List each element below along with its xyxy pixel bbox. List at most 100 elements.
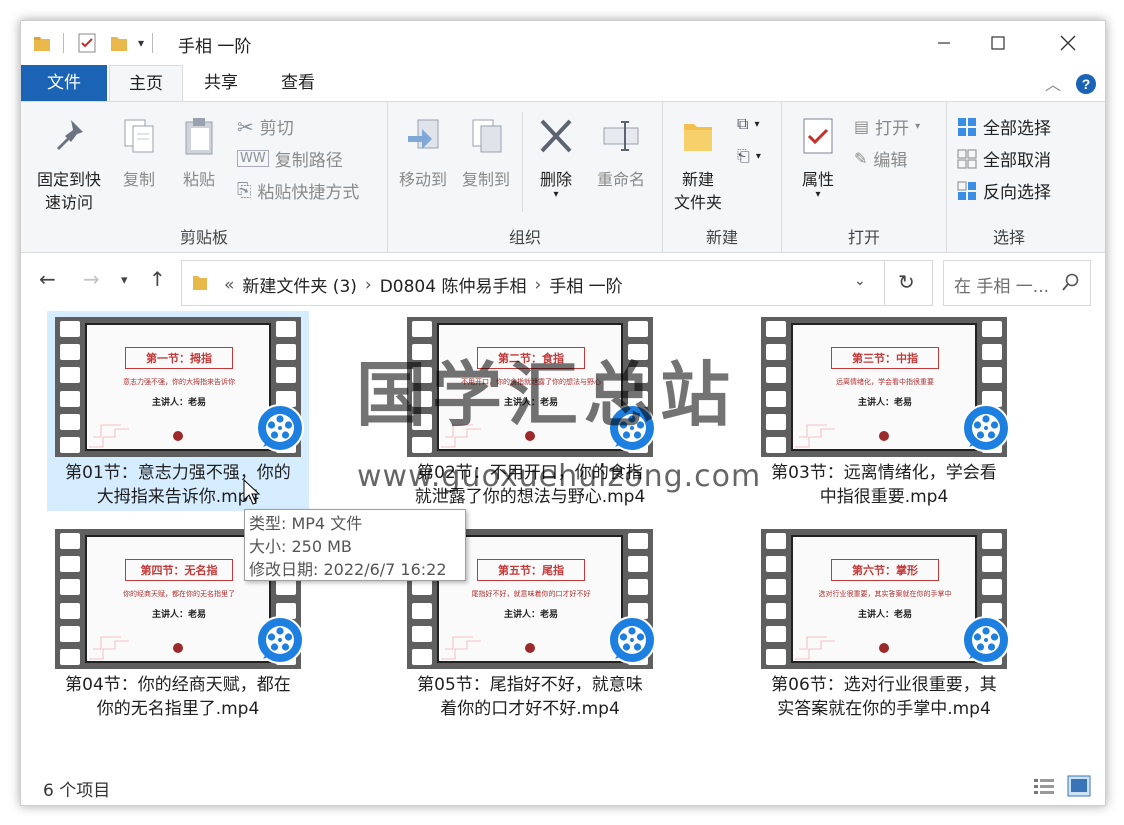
slide-frame: 第六节：掌形选对行业很重要，其实答案就在你的手掌中 主讲人：老易 — [791, 535, 977, 663]
forward-arrow-icon[interactable]: → — [83, 267, 100, 291]
tab-home[interactable]: 主页 — [109, 65, 183, 102]
select-all-button[interactable]: 全部选择 — [957, 114, 1051, 139]
delete-dropdown-icon[interactable]: ▾ — [530, 190, 582, 200]
file-name-line-1: 第01节：意志力强不强，你的 — [65, 463, 291, 483]
up-arrow-icon[interactable]: ↑ — [149, 267, 166, 291]
file-name: 第04节：你的经商天赋，都在 你的无名指里了.mp4 — [47, 673, 309, 721]
file-item[interactable]: 第一节：拇指 意志力强不强，你的大拇指来告诉你 主讲人：老易 第01节：意志力强不强，… — [47, 311, 309, 511]
breadcrumb-item-3[interactable]: 手相 一阶 — [549, 272, 622, 297]
file-name: 第01节：意志力强不强，你的 大拇指来告诉你.mp4 — [47, 461, 309, 509]
breadcrumb-overflow[interactable]: « — [224, 275, 234, 295]
file-item[interactable]: 第三节：中指 远离情绪化，学会看中指很重要 主讲人：老易 第03节：远离情绪化，学会看… — [753, 311, 1015, 511]
film-perforation — [276, 367, 296, 384]
slide-title: 第三节：中指 — [831, 347, 939, 369]
breadcrumb-item-1[interactable]: 新建文件夹 (3) — [242, 272, 356, 297]
properties-label: 属性 — [801, 170, 834, 189]
properties-big-icon — [803, 118, 833, 154]
film-perforation — [628, 367, 648, 384]
delete-icon — [540, 119, 572, 153]
breadcrumb-item-2[interactable]: D0804 陈仲易手相 — [380, 272, 527, 297]
film-perforation — [766, 602, 786, 619]
copy-button[interactable]: 复制 — [113, 116, 165, 191]
select-none-button[interactable]: 全部取消 — [957, 146, 1051, 171]
search-box[interactable]: 在 手相 一... — [943, 260, 1091, 306]
qa-dropdown-icon[interactable]: ▾ — [138, 36, 144, 50]
clipboard-group-label: 剪贴板 — [179, 228, 228, 247]
delete-button[interactable]: 删除 ▾ — [530, 116, 582, 200]
new-folder-big-icon — [684, 124, 712, 151]
chevron-right-icon[interactable]: › — [365, 275, 372, 295]
folder-icon[interactable] — [33, 33, 51, 53]
file-name-line-2: 中指很重要.mp4 — [819, 487, 949, 507]
tab-view[interactable]: 查看 — [263, 65, 333, 101]
new-folder-icon[interactable] — [110, 33, 128, 53]
edit-icon: ✎ — [854, 149, 868, 168]
easy-access-icon: ⎗ — [737, 146, 750, 165]
open-button[interactable]: ▤ 打开 ▾ — [854, 114, 920, 139]
copy-to-button[interactable]: 复制到 — [456, 116, 516, 191]
slide-subtitle: 不用开口，你的食指就泄露了你的想法与野心 — [461, 378, 601, 386]
properties-dropdown-icon[interactable]: ▾ — [790, 190, 846, 200]
film-perforation — [766, 648, 786, 665]
slide-lecturer: 主讲人：老易 — [857, 610, 912, 620]
open-group: 属性 ▾ ▤ 打开 ▾ ✎ 编辑 打开 — [782, 102, 947, 252]
invert-selection-button[interactable]: 反向选择 — [957, 178, 1051, 203]
film-perforation — [60, 390, 80, 407]
copy-path-icon: WW — [237, 150, 269, 167]
tab-share[interactable]: 共享 — [187, 65, 255, 101]
film-perforation — [766, 556, 786, 573]
chevron-right-icon[interactable]: › — [534, 275, 541, 295]
new-item-icon: ⧉ — [737, 114, 749, 133]
help-icon[interactable]: ? — [1075, 73, 1097, 95]
edit-label: 编辑 — [873, 151, 908, 171]
pin-to-quick-access-button[interactable]: 固定到快 速访问 — [29, 116, 109, 214]
film-perforation — [766, 625, 786, 642]
film-perforation — [412, 390, 432, 407]
maximize-button[interactable] — [975, 21, 1021, 65]
navigation-bar: ← → ▾ ↑ « 新建文件夹 (3) › D0804 陈仲易手相 › 手相 一… — [21, 253, 1105, 309]
file-name-line-2: 你的无名指里了.mp4 — [96, 699, 260, 719]
paste-button[interactable]: 粘贴 — [173, 116, 225, 191]
back-arrow-icon[interactable]: ← — [39, 267, 56, 291]
file-item[interactable]: 第六节：掌形 选对行业很重要，其实答案就在你的手掌中 主讲人：老易 第06节：选对行业… — [753, 523, 1015, 723]
paste-shortcut-button[interactable]: ⎘ 粘贴快捷方式 — [237, 178, 359, 203]
film-perforation — [60, 556, 80, 573]
film-perforation — [982, 321, 1002, 337]
address-dropdown-icon[interactable]: ⌄ — [854, 273, 866, 289]
properties-icon[interactable] — [76, 32, 98, 54]
rename-button[interactable]: 重命名 — [588, 116, 654, 191]
cut-button[interactable]: ✂ 剪切 — [237, 114, 294, 140]
copy-path-button[interactable]: WW 复制路径 — [237, 146, 343, 171]
refresh-icon[interactable]: ↻ — [898, 270, 915, 294]
search-input[interactable]: 在 手相 一... — [954, 272, 1049, 297]
mouse-cursor-icon — [243, 479, 261, 505]
film-perforation — [276, 344, 296, 361]
edit-button[interactable]: ✎ 编辑 — [854, 146, 907, 171]
minimize-button[interactable] — [921, 21, 967, 65]
easy-access-button[interactable]: ⎗ ▾ — [737, 146, 761, 166]
collapse-ribbon-icon[interactable]: ︿ — [1045, 71, 1061, 95]
tab-file[interactable]: 文件 — [21, 65, 107, 101]
address-bar[interactable]: « 新建文件夹 (3) › D0804 陈仲易手相 › 手相 一阶 ⌄ ↻ — [181, 260, 933, 306]
title-bar: ▾ 手相 一阶 — [21, 21, 1105, 65]
properties-button[interactable]: 属性 ▾ — [790, 116, 846, 200]
move-to-button[interactable]: 移动到 — [394, 116, 452, 191]
svg-text:?: ? — [1082, 76, 1091, 92]
easy-access-dropdown-icon: ▾ — [755, 150, 761, 162]
select-all-label: 全部选择 — [983, 119, 1051, 139]
new-folder-button[interactable]: 新建 文件夹 — [667, 116, 729, 214]
slide-lecturer: 主讲人：老易 — [503, 610, 558, 620]
recent-locations-icon[interactable]: ▾ — [121, 273, 128, 288]
slide-subtitle: 选对行业很重要，其实答案就在你的手掌中 — [818, 590, 952, 598]
copy-path-label: 复制路径 — [274, 151, 343, 171]
slide-title: 第二节：食指 — [477, 347, 585, 369]
film-perfs-left — [60, 321, 80, 453]
new-item-button[interactable]: ⧉ ▾ — [737, 114, 759, 134]
paste-shortcut-label: 粘贴快捷方式 — [257, 183, 360, 203]
open-group-label: 打开 — [847, 228, 880, 247]
close-button[interactable] — [1045, 21, 1091, 65]
details-view-icon[interactable] — [1033, 777, 1055, 797]
slide-title: 第六节：掌形 — [831, 559, 939, 581]
large-icons-view-icon[interactable] — [1067, 775, 1091, 797]
file-item[interactable]: 第二节：食指 不用开口，你的食指就泄露了你的想法与野心 主讲人：老易 第02节：不用开… — [399, 311, 661, 511]
